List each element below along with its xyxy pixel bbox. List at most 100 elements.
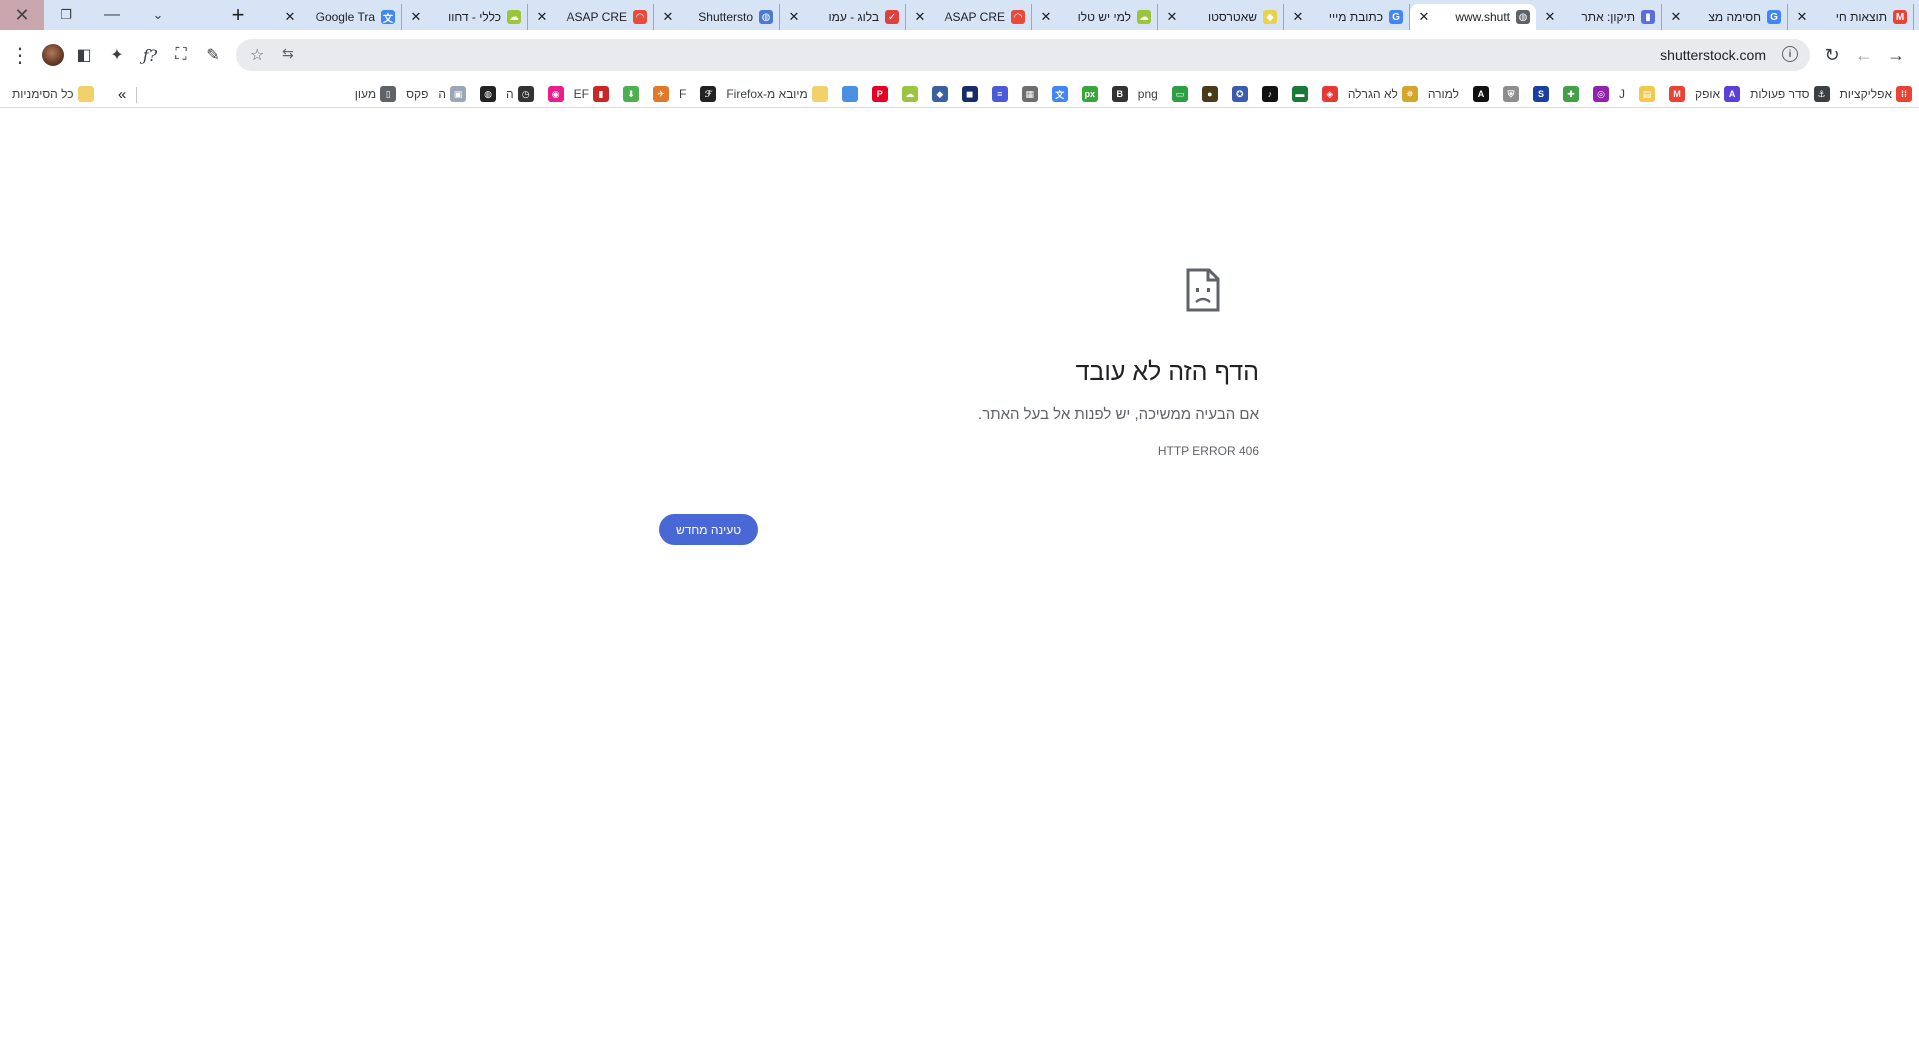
bookmark-item[interactable]: ▮ EF <box>574 84 609 104</box>
tiktok-icon: ♪ <box>1261 86 1278 102</box>
bookmark-item[interactable]: ◼ <box>958 84 978 104</box>
extensions-icon[interactable]: ✦ <box>103 41 131 69</box>
tab-search-icon[interactable]: ⌄ <box>138 0 178 30</box>
tab-close-icon[interactable]: ✕ <box>1416 9 1432 25</box>
tab-item[interactable]: ◆ שאטרסטו ✕ <box>1158 4 1284 30</box>
tab-item[interactable]: ◍ www.shutt ✕ <box>1410 4 1536 30</box>
bookmark-item[interactable]: ✚ <box>1559 84 1579 104</box>
bookmark-item[interactable]: ☁ <box>898 84 918 104</box>
bookmark-item[interactable]: A <box>1469 84 1489 104</box>
address-bar[interactable]: ☆ ⇆ shutterstock.com i <box>236 39 1810 71</box>
tab-close-icon[interactable]: ✕ <box>1290 9 1306 25</box>
share-icon[interactable]: ⇆ <box>282 45 294 62</box>
tab-close-icon[interactable]: ✕ <box>408 9 424 25</box>
tab-close-icon[interactable]: ✕ <box>660 9 676 25</box>
tab-item[interactable]: G חסימה מצ ✕ <box>1662 4 1788 30</box>
new-tab-button[interactable]: + <box>224 0 252 30</box>
tab-close-icon[interactable]: ✕ <box>1164 9 1180 25</box>
back-icon[interactable]: → <box>1882 41 1910 69</box>
tab-item[interactable]: ☁ כללי - דחוו ✕ <box>402 4 528 30</box>
menu-icon[interactable]: ⋮ <box>6 41 34 69</box>
tab-item[interactable]: ✓ בלוג - עמו ✕ <box>780 4 906 30</box>
bookmark-item[interactable]: ▬ <box>1288 84 1308 104</box>
bookmark-item[interactable]: ◷ ה <box>506 84 534 104</box>
bookmark-item[interactable]: J <box>1619 84 1625 104</box>
bookmark-item[interactable]: F <box>679 84 686 104</box>
url-text[interactable]: shutterstock.com <box>1660 47 1766 63</box>
tab-item[interactable]: ◠ ASAP CRE ✕ <box>906 4 1032 30</box>
bookmark-item[interactable]: ℱ <box>696 84 717 104</box>
bookmark-item[interactable]: ◆ <box>928 84 948 104</box>
plane-icon: ✈ <box>652 86 669 102</box>
bookmark-item[interactable]: P <box>868 84 888 104</box>
window-restore-icon[interactable]: ❐ <box>46 0 86 30</box>
tab-close-icon[interactable]: ✕ <box>1038 9 1054 25</box>
bookmark-item[interactable]: למורה <box>1428 84 1459 104</box>
bookmark-item[interactable] <box>838 84 858 104</box>
all-bookmarks-folder[interactable]: כל הסימניות <box>12 84 94 104</box>
bookmark-item[interactable]: ♪ <box>1258 84 1278 104</box>
formula-extension-icon[interactable]: ƒ? <box>136 41 164 69</box>
bookmark-label: אפליקציות <box>1839 87 1892 101</box>
bookmark-item[interactable]: ◉ <box>544 84 564 104</box>
window-minimize-icon[interactable]: — <box>92 0 132 30</box>
bookmark-item[interactable]: ● <box>1198 84 1218 104</box>
bookmark-item[interactable]: px <box>1078 84 1098 104</box>
tab-close-icon[interactable]: ✕ <box>534 9 550 25</box>
bookmarks-overflow-icon[interactable]: » <box>118 84 126 104</box>
tab-close-icon[interactable]: ✕ <box>1794 9 1810 25</box>
bookmark-label: מעון <box>354 87 377 101</box>
bookmark-item[interactable]: A אופק <box>1695 84 1741 104</box>
bookmark-item[interactable]: ▭ <box>1168 84 1188 104</box>
tab-item[interactable]: ◠ ASAP CRE ✕ <box>528 4 654 30</box>
anchor-icon: ⚓ <box>1813 86 1830 102</box>
tab-item[interactable]: 文 Google Tra ✕ <box>276 4 402 30</box>
bookmark-item[interactable]: ◍ <box>476 84 497 104</box>
forward-icon[interactable]: ← <box>1850 41 1878 69</box>
bookmark-item[interactable]: ▤ <box>1635 84 1655 104</box>
bookmark-item[interactable]: מיובא מ-Firefox <box>726 84 828 104</box>
bookmark-item[interactable]: ⁞⁞ אפליקציות <box>1840 84 1912 104</box>
reload-button[interactable]: טעינה מחדש <box>659 514 758 545</box>
bookmark-item[interactable]: S <box>1529 84 1549 104</box>
avatar[interactable] <box>42 44 64 66</box>
sidebar-icon[interactable]: ◧ <box>70 41 98 69</box>
bookmark-item[interactable]: ◈ <box>1318 84 1338 104</box>
bookmark-item[interactable]: ✵ לא הגרלה <box>1348 84 1418 104</box>
bookmark-label: png <box>1137 87 1158 101</box>
site-info-icon[interactable]: i <box>1782 46 1798 62</box>
tab-close-icon[interactable]: ✕ <box>912 9 928 25</box>
window-close-icon[interactable]: ✕ <box>0 0 44 30</box>
bookmark-item[interactable]: ◎ <box>1589 84 1609 104</box>
bookmark-item[interactable]: ▦ <box>1018 84 1038 104</box>
tab-item[interactable]: ☁ למי יש טלו ✕ <box>1032 4 1158 30</box>
bookmark-item[interactable]: ≡ <box>988 84 1008 104</box>
tab-close-icon[interactable]: ✕ <box>1668 9 1684 25</box>
bookmark-item[interactable]: פקס <box>406 84 428 104</box>
tab-close-icon[interactable]: ✕ <box>1542 9 1558 25</box>
script-f-icon: ℱ <box>700 86 717 102</box>
screen-capture-icon[interactable]: ⛶ <box>167 41 195 69</box>
bookmark-item[interactable]: B <box>1108 84 1128 104</box>
bookmark-item[interactable]: ⚓ סדר פעולות <box>1750 84 1830 104</box>
tab-title: למי יש טלו <box>1077 10 1131 24</box>
bookmark-item[interactable]: 文 <box>1048 84 1068 104</box>
bookmark-star-icon[interactable]: ☆ <box>250 45 264 65</box>
tab-item[interactable]: G כתובת מייי ✕ <box>1284 4 1410 30</box>
reload-icon[interactable]: ↻ <box>1818 41 1846 69</box>
tab-item[interactable]: ▮ תיקון: אתר ✕ <box>1536 4 1662 30</box>
tab-item[interactable]: M תוצאות חי ✕ <box>1788 4 1914 30</box>
tab-close-icon[interactable]: ✕ <box>282 9 298 25</box>
bookmark-item[interactable]: ✪ <box>1228 84 1248 104</box>
tab-close-icon[interactable]: ✕ <box>786 9 802 25</box>
tab-item[interactable]: ◍ Shuttersto ✕ <box>654 4 780 30</box>
bookmark-item[interactable]: ▯ מעון <box>354 84 397 104</box>
bookmark-item[interactable]: png <box>1138 84 1158 104</box>
bookmark-item[interactable]: ⛨ <box>1499 84 1519 104</box>
dark-blue-icon: ◼ <box>961 86 978 102</box>
bookmark-item[interactable]: ✈ <box>649 84 669 104</box>
bookmark-item[interactable]: ▣ ה <box>438 84 467 104</box>
bookmark-item[interactable]: ⬇ <box>619 84 639 104</box>
eyedropper-icon[interactable]: ✎ <box>199 41 227 69</box>
bookmark-item[interactable]: M <box>1665 84 1685 104</box>
